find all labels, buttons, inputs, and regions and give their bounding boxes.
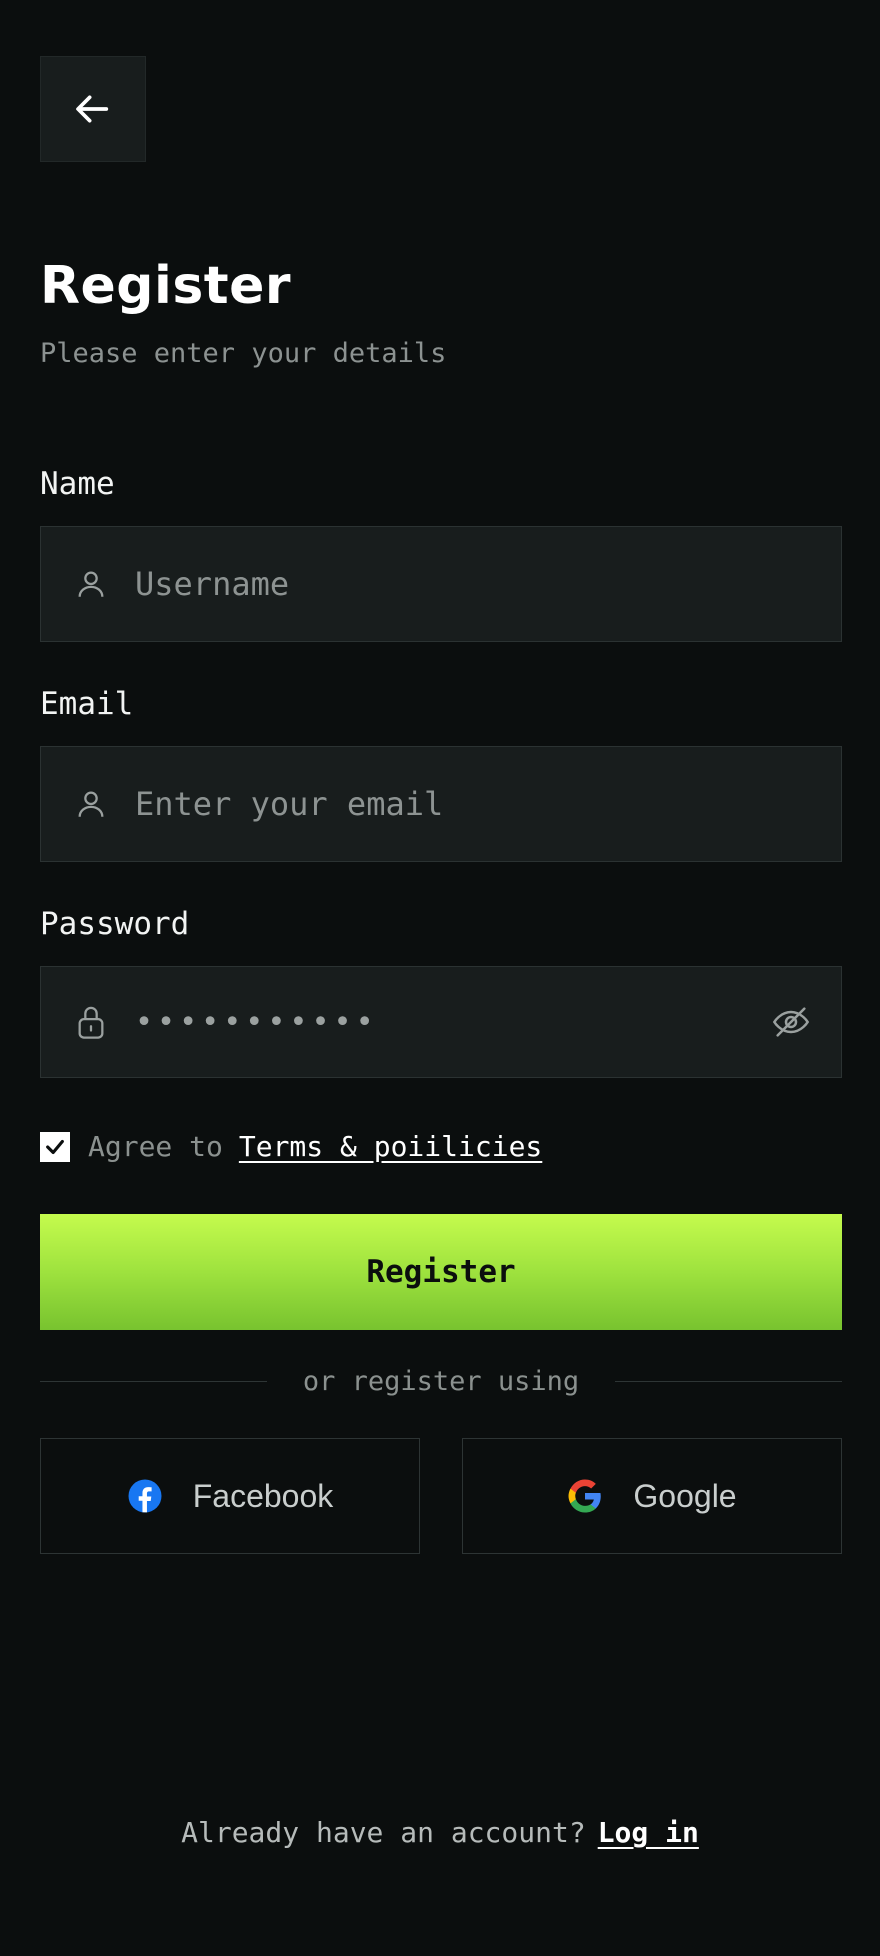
password-input[interactable]: ••••••••••• [135,1005,765,1040]
divider-line-right [615,1380,842,1383]
google-button[interactable]: Google [462,1438,842,1554]
user-icon [69,782,113,826]
password-label: Password [40,906,190,942]
name-label: Name [40,466,115,502]
login-prompt: Already have an account? Log in [0,1816,880,1849]
page-title: Register [40,256,292,316]
lock-icon [69,1000,113,1044]
email-field[interactable] [40,746,842,862]
google-label: Google [633,1477,737,1514]
agree-checkbox[interactable] [40,1131,70,1162]
divider-text: or register using [302,1366,580,1397]
login-prompt-text: Already have an account? [181,1816,586,1849]
agree-text: Agree to [88,1130,223,1163]
google-icon [567,1478,603,1514]
email-input[interactable] [135,747,841,861]
username-input[interactable] [135,527,841,641]
user-icon [69,562,113,606]
back-button[interactable] [40,56,146,162]
check-icon [46,1139,64,1154]
eye-off-icon[interactable] [765,996,817,1048]
arrow-left-icon [76,95,109,123]
page-subtitle: Please enter your details [40,338,447,369]
terms-link[interactable]: Terms & poiilicies [239,1130,542,1163]
register-screen: Register Please enter your details Name … [0,0,880,1956]
login-link[interactable]: Log in [598,1816,699,1849]
register-button[interactable]: Register [40,1214,842,1330]
name-field[interactable] [40,526,842,642]
facebook-icon [127,1478,163,1514]
divider-line-left [40,1380,267,1383]
facebook-button[interactable]: Facebook [40,1438,420,1554]
social-divider: or register using [40,1366,842,1397]
email-label: Email [40,686,134,722]
facebook-label: Facebook [192,1477,334,1514]
password-field[interactable]: ••••••••••• [40,966,842,1078]
agree-row: Agree to Terms & poiilicies [40,1130,542,1163]
